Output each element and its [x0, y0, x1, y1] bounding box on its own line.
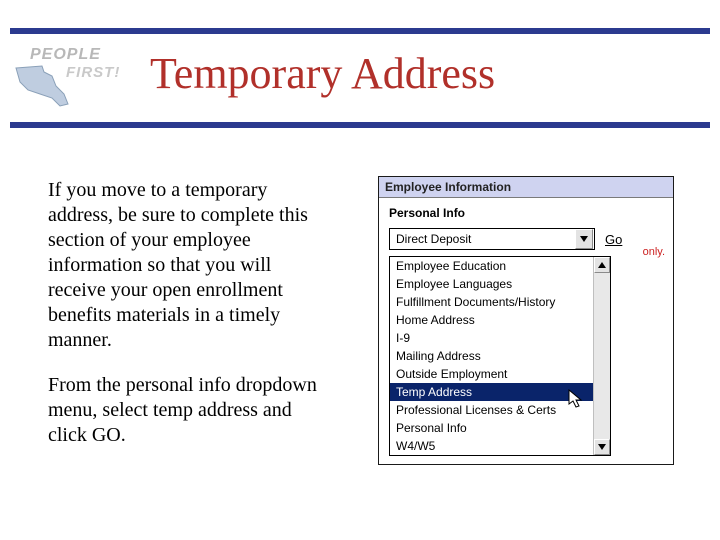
top-rule — [10, 28, 710, 34]
go-button[interactable]: Go — [605, 232, 622, 247]
screenshot-header: Employee Information — [379, 177, 673, 198]
florida-shape-icon — [14, 64, 74, 108]
screenshot-panel: Employee Information Personal Info Direc… — [378, 176, 674, 465]
paragraph-1: If you move to a temporary address, be s… — [48, 178, 328, 353]
list-item[interactable]: Temp Address — [390, 383, 610, 401]
personal-info-select[interactable]: Direct Deposit — [389, 228, 595, 250]
scroll-up-icon[interactable] — [594, 257, 610, 273]
list-item[interactable]: Employee Languages — [390, 275, 610, 293]
list-item[interactable]: I-9 — [390, 329, 610, 347]
paragraph-2: From the personal info dropdown menu, se… — [48, 373, 328, 448]
scroll-down-icon[interactable] — [594, 439, 610, 455]
list-item[interactable]: Professional Licenses & Certs — [390, 401, 610, 419]
brand-logo: PEOPLE FIRST! — [10, 38, 128, 108]
page-title: Temporary Address — [150, 48, 495, 99]
list-item[interactable]: Personal Info — [390, 419, 610, 437]
list-item[interactable]: W4/W5 — [390, 437, 610, 455]
logo-line1: PEOPLE — [30, 46, 101, 64]
scroll-track[interactable] — [594, 273, 610, 439]
partial-note: only. — [643, 246, 665, 258]
options-listbox[interactable]: Employee EducationEmployee LanguagesFulf… — [389, 256, 611, 456]
mid-rule — [10, 122, 710, 128]
section-label: Personal Info — [389, 206, 665, 220]
list-item[interactable]: Home Address — [390, 311, 610, 329]
scrollbar[interactable] — [593, 257, 610, 455]
list-item[interactable]: Employee Education — [390, 257, 610, 275]
chevron-down-icon[interactable] — [575, 229, 593, 249]
select-value: Direct Deposit — [390, 232, 574, 246]
logo-line2: FIRST! — [66, 64, 120, 81]
body-text: If you move to a temporary address, be s… — [48, 178, 328, 468]
list-item[interactable]: Fulfillment Documents/History — [390, 293, 610, 311]
list-item[interactable]: Mailing Address — [390, 347, 610, 365]
list-item[interactable]: Outside Employment — [390, 365, 610, 383]
